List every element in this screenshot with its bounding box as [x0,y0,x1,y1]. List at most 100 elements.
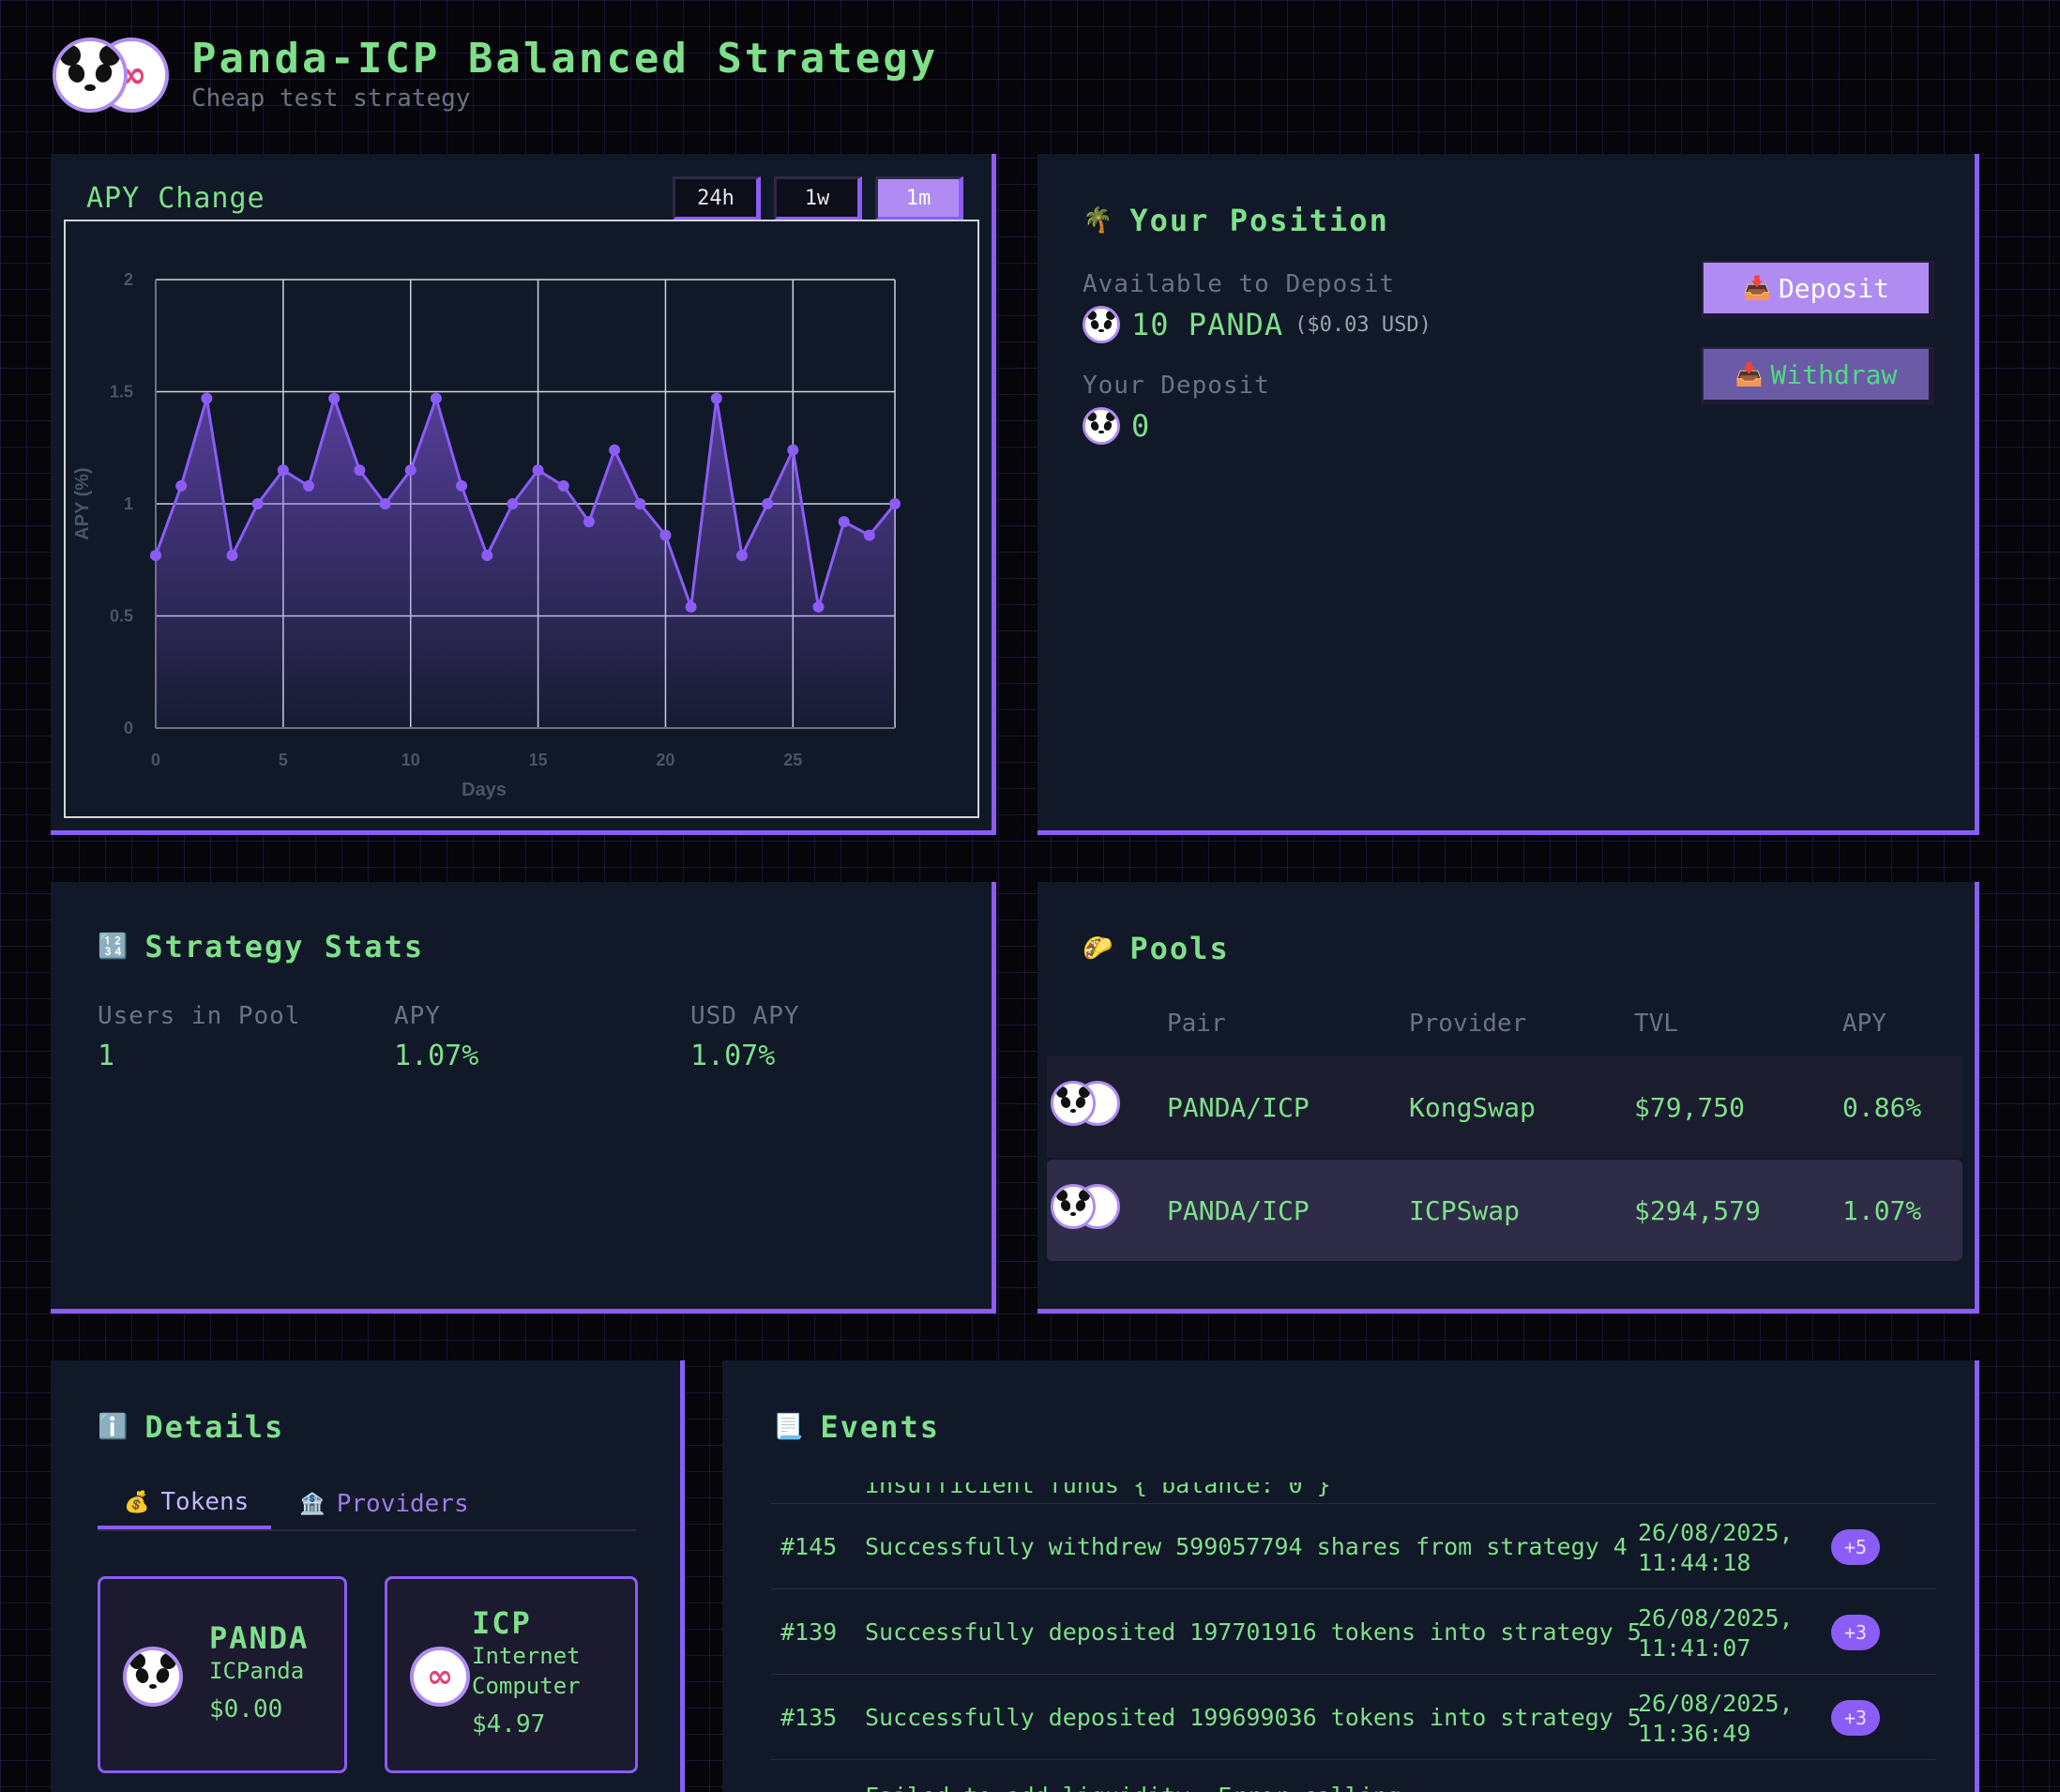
range-button-24h[interactable]: 24h [673,176,761,221]
x-tick-label: 15 [529,751,548,769]
token-price: $4.97 [472,1710,546,1739]
details-panel: ℹ️ Details 💰 Tokens 🏦 Providers PANDA IC… [51,1360,685,1792]
apy-data-point [430,392,442,404]
pool-provider: ICPSwap [1409,1195,1521,1226]
numbers-icon: 🔢 [98,933,130,961]
event-message: Successfully deposited 199699036 tokens … [865,1704,1642,1731]
panda-token-icon [1051,1081,1096,1126]
y-tick-label: 2 [124,270,133,289]
event-time: 11:44:18 [1638,1549,1751,1576]
token-name: Internet Computer [472,1643,581,1699]
strategy-stats-panel: 🔢 Strategy Stats Users in Pool 1 APY 1.0… [51,882,996,1314]
column-tvl: TVL [1634,1010,1678,1038]
event-time: 11:36:49 [1638,1720,1751,1747]
stat-label: APY [394,1002,441,1030]
pools-title-text: Pools [1129,931,1230,966]
event-timestamp: 26/08/2025, 11:36:49 [1638,1689,1794,1749]
icp-token-icon: ∞ [410,1647,470,1707]
event-badge[interactable]: +3 [1831,1615,1880,1650]
apy-data-point [303,479,315,492]
event-message: Successfully deposited 197701916 tokens … [865,1618,1642,1646]
pool-apy: 1.07% [1842,1195,1922,1226]
token-symbol: ICP [472,1605,532,1641]
tab-providers[interactable]: 🏦 Providers [295,1479,491,1529]
column-provider: Provider [1409,1010,1527,1038]
apy-data-point [379,498,391,509]
apy-data-point [507,498,519,509]
event-id: #135 [780,1704,838,1731]
x-axis-label: Days [462,780,507,800]
pools-title: 🌮 Pools [1083,931,1230,966]
y-tick-label: 0.5 [110,607,133,626]
apy-data-point [557,479,569,492]
token-card-icp[interactable]: ∞ ICP Internet Computer $4.97 [385,1576,638,1773]
stat-usd-apy: USD APY 1.07% [690,1002,987,1072]
token-price: $0.00 [209,1695,283,1724]
tab-tokens[interactable]: 💰 Tokens [98,1479,272,1529]
your-position-title-text: Your Position [1129,203,1389,238]
event-row[interactable]: #145 Successfully withdrew 599057794 sha… [771,1505,1936,1589]
apy-data-point [404,464,417,477]
column-pair: Pair [1167,1010,1226,1038]
stat-label: USD APY [690,1002,800,1030]
y-tick-label: 1.5 [110,383,133,402]
inbox-tray-icon: 📥 [1743,275,1771,301]
token-card-panda[interactable]: PANDA ICPanda $0.00 [98,1576,347,1773]
apy-data-point [277,464,289,477]
pool-row-icpswap[interactable]: ∞ PANDA/ICP ICPSwap $294,579 1.07% [1047,1160,1962,1261]
pool-row-kongswap[interactable]: ∞ PANDA/ICP KongSwap $79,750 0.86% [1047,1056,1962,1158]
details-title: ℹ️ Details [98,1409,284,1445]
page-icon: 📃 [773,1413,806,1441]
money-bag-icon: 💰 [124,1490,150,1514]
available-amount: 10 PANDA [1131,307,1284,342]
palm-tree-icon: 🌴 [1083,206,1115,235]
event-row[interactable]: #139 Successfully deposited 197701916 to… [771,1590,1936,1675]
event-badge[interactable]: +3 [1831,1700,1880,1736]
apy-change-title: APY Change [86,182,265,215]
event-date: 26/08/2025, [1638,1519,1794,1546]
range-button-1w[interactable]: 1w [774,176,862,221]
event-partial-top: insufficient funds { balance: 0 } [865,1482,1331,1498]
y-tick-label: 0 [124,719,133,737]
token-name: ICPanda [209,1658,305,1684]
panda-token-icon [1083,407,1120,445]
panda-token-icon [1083,306,1120,343]
event-partial-bottom: Failed to add liquidity: Error calling [865,1783,1401,1792]
apy-data-point [456,479,468,492]
panda-token-icon [53,38,128,113]
apy-data-point [634,498,646,509]
apy-data-point [251,498,264,509]
apy-data-point [762,498,774,509]
apy-data-point [328,392,341,404]
range-button-1m[interactable]: 1m [875,176,963,221]
pool-provider: KongSwap [1409,1092,1536,1123]
x-tick-label: 5 [279,751,288,769]
apy-data-point [710,392,722,404]
events-list[interactable]: insufficient funds { balance: 0 } #145 S… [771,1482,1936,1792]
x-tick-label: 20 [656,751,674,769]
withdraw-button-label: Withdraw [1770,358,1898,390]
pool-tvl: $79,750 [1634,1092,1746,1123]
event-id: #139 [780,1618,838,1646]
stat-value: 1 [98,1040,115,1072]
apy-data-point [201,392,213,404]
your-position-title: 🌴 Your Position [1083,203,1389,238]
apy-data-point [175,479,188,492]
apy-area-fill [156,398,895,728]
x-tick-label: 10 [401,751,420,769]
event-id: #145 [780,1533,838,1560]
events-title-text: Events [820,1409,940,1445]
withdraw-button[interactable]: 📥 Withdraw [1702,347,1934,405]
token-symbol: PANDA [209,1620,310,1656]
pool-apy: 0.86% [1842,1092,1922,1123]
available-usd: ($0.03 USD) [1295,312,1431,337]
apy-data-point [812,600,825,613]
event-message: Successfully withdrew 599057794 shares f… [865,1533,1628,1560]
apy-change-panel: APY Change 24h 1w 1m 0 5 10 15 20 25 0 0.5 1 1.5 2… [51,154,996,835]
apy-data-point [685,600,697,613]
event-row[interactable]: #135 Successfully deposited 199699036 to… [771,1676,1936,1760]
deposit-button[interactable]: 📥 Deposit [1702,261,1934,319]
your-position-panel: 🌴 Your Position Available to Deposit 10 … [1038,154,1979,835]
stat-label: Users in Pool [98,1002,301,1030]
event-badge[interactable]: +5 [1831,1529,1880,1565]
